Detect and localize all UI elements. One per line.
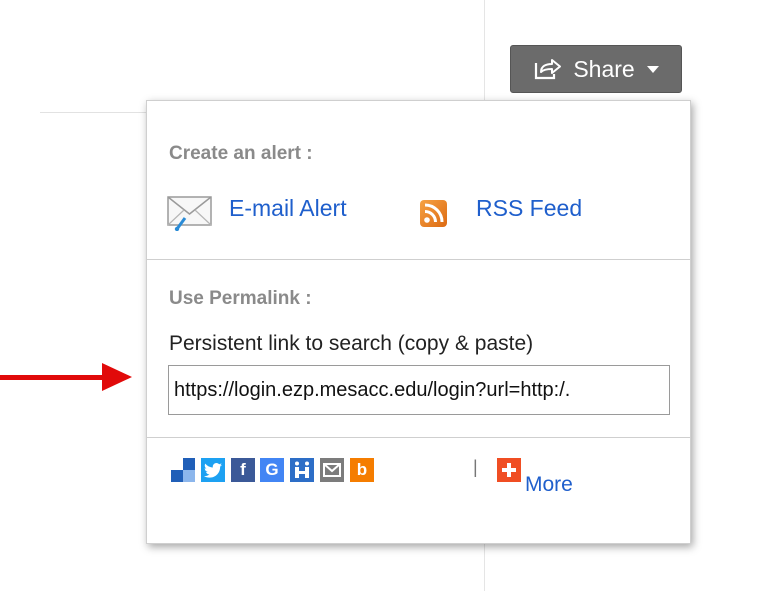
more-icon[interactable] [497,458,521,482]
more-link[interactable]: More [525,473,573,497]
permalink-input[interactable] [168,365,670,415]
google-glyph: G [265,460,279,479]
permalink-title: Use Permalink : [169,288,312,309]
permalink-description: Persistent link to search (copy & paste) [169,332,534,355]
delicious-icon[interactable] [171,458,195,482]
red-arrow-shaft [0,375,104,380]
email-icon[interactable] [320,458,344,482]
header-rule [40,112,148,113]
google-icon[interactable]: G [260,458,284,482]
facebook-icon[interactable]: f [231,458,255,482]
section-divider [147,259,690,260]
red-arrow-head [102,363,132,391]
chevron-down-icon [646,65,659,73]
create-alert-title: Create an alert : [169,143,313,164]
share-button-label: Share [573,55,635,82]
envelope-icon[interactable] [167,195,213,231]
twitter-icon[interactable] [201,458,225,482]
rss-feed-link[interactable]: RSS Feed [476,195,582,222]
email-alert-link[interactable]: E-mail Alert [229,195,347,222]
share-button[interactable]: Share [510,45,682,93]
rss-icon[interactable] [420,200,447,227]
mendeley-icon[interactable] [290,458,314,482]
blogger-icon[interactable]: b [350,458,374,482]
facebook-glyph: f [240,460,246,479]
section-divider [147,437,690,438]
blogger-glyph: b [356,460,368,479]
share-icon [535,59,562,80]
share-dropdown-panel: Create an alert : E-mail Alert RSS Feed … [146,100,691,544]
separator: | [473,457,478,477]
